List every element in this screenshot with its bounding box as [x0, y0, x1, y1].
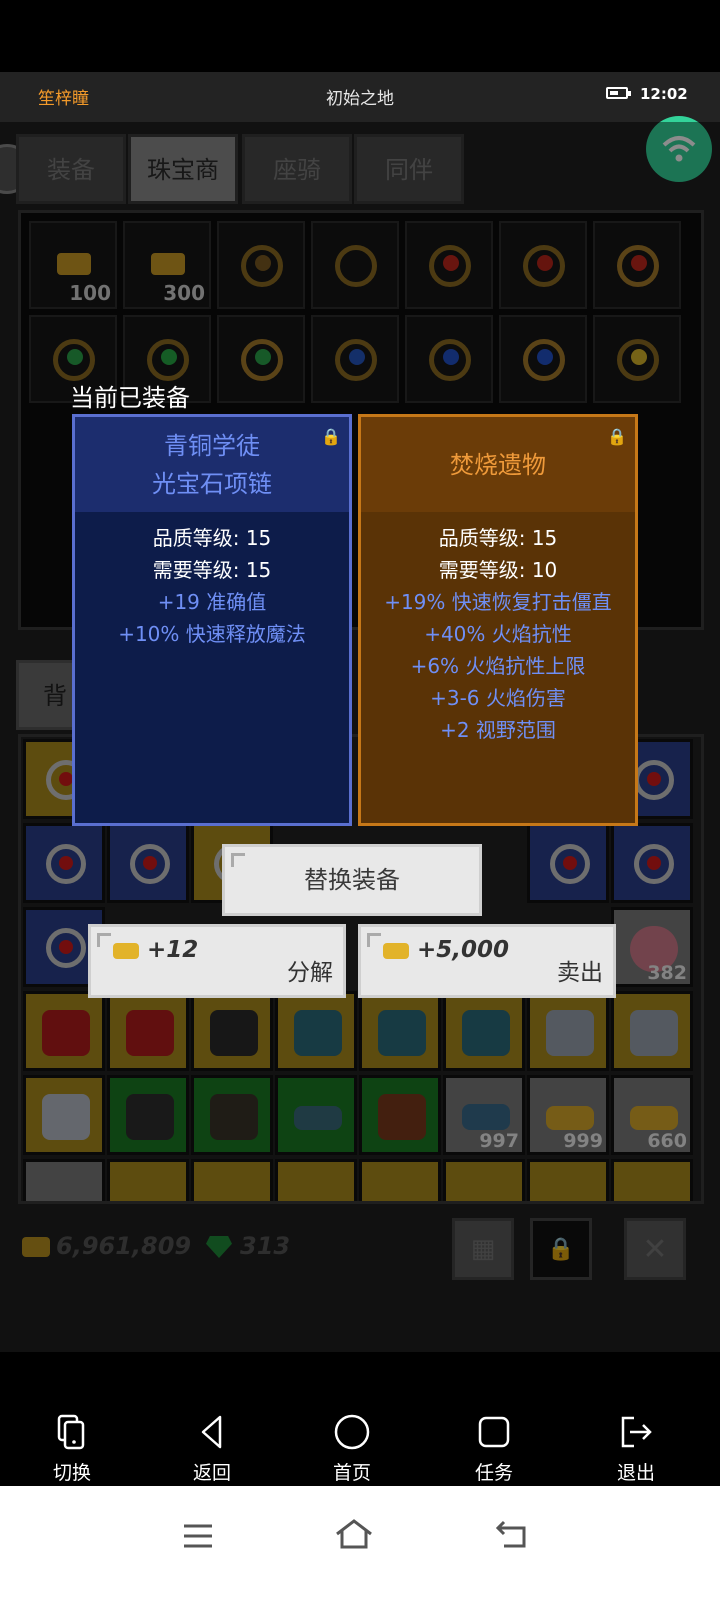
required-level: 需要等级: 15	[152, 558, 272, 582]
item-name: 焚烧遗物	[361, 417, 635, 512]
status-bar: 笙梓瞳 初始之地 12:02	[0, 72, 720, 122]
menu-icon[interactable]	[182, 1518, 214, 1559]
quality-level: 品质等级: 15	[152, 526, 272, 550]
item-name-line: 焚烧遗物	[450, 450, 546, 479]
item-stat: +19 准确值	[157, 590, 267, 614]
equipped-item-card: 🔒 青铜学徒 光宝石项链 品质等级: 15 需要等级: 15 +19 准确值 +…	[72, 414, 352, 826]
system-nav-bar	[0, 1486, 720, 1600]
gold-pile-icon	[113, 943, 139, 959]
required-level: 需要等级: 10	[438, 558, 558, 582]
task-icon	[444, 1412, 544, 1452]
system-home-icon[interactable]	[334, 1518, 374, 1559]
item-stat: +6% 火焰抗性上限	[410, 654, 586, 678]
exit-icon	[586, 1412, 686, 1452]
nav-label: 任务	[474, 1462, 513, 1484]
bottom-nav: 切换 返回 首页 任务 退出	[0, 1352, 720, 1486]
item-stat: +3-6 火焰伤害	[430, 686, 566, 710]
nav-home[interactable]: 首页	[302, 1412, 402, 1485]
candidate-item-card: 🔒 焚烧遗物 品质等级: 15 需要等级: 10 +19% 快速恢复打击僵直 +…	[358, 414, 638, 826]
decompose-amount: +12	[147, 937, 199, 963]
switch-icon	[22, 1412, 122, 1452]
nav-label: 首页	[332, 1462, 371, 1484]
compare-heading: 当前已装备	[70, 384, 190, 412]
decompose-button[interactable]: +12 分解	[88, 924, 346, 998]
item-stat: +10% 快速释放魔法	[118, 622, 306, 646]
item-stat: +19% 快速恢复打击僵直	[384, 590, 612, 614]
sell-amount: +5,000	[417, 937, 510, 963]
item-name: 青铜学徒 光宝石项链	[75, 417, 349, 512]
quality-level: 品质等级: 15	[438, 526, 558, 550]
sell-label: 卖出	[557, 960, 603, 986]
battery-icon	[606, 87, 631, 99]
nav-switch[interactable]: 切换	[22, 1412, 122, 1485]
nav-label: 切换	[52, 1462, 91, 1484]
clock: 12:02	[640, 85, 688, 103]
nav-label: 返回	[192, 1462, 231, 1484]
top-black-bar	[0, 0, 720, 72]
replace-label: 替换装备	[304, 866, 400, 894]
item-name-line: 青铜学徒	[164, 431, 260, 460]
system-back-icon[interactable]	[494, 1518, 530, 1559]
back-icon	[162, 1412, 262, 1452]
lock-icon: 🔒	[607, 427, 627, 446]
item-stat: +40% 火焰抗性	[424, 622, 572, 646]
home-icon	[302, 1412, 402, 1452]
lock-icon: 🔒	[321, 427, 341, 446]
nav-exit[interactable]: 退出	[586, 1412, 686, 1485]
gold-coins-icon	[383, 943, 409, 959]
game-area: 装备 珠宝商 座骑 同伴 100 300 背 382 997 999 660 6…	[0, 116, 720, 1352]
sell-button[interactable]: +5,000 卖出	[358, 924, 616, 998]
decompose-label: 分解	[287, 960, 333, 986]
item-stat: +2 视野范围	[440, 718, 556, 742]
nav-label: 退出	[616, 1462, 655, 1484]
nav-back[interactable]: 返回	[162, 1412, 262, 1485]
nav-tasks[interactable]: 任务	[444, 1412, 544, 1485]
item-name-line: 光宝石项链	[152, 469, 272, 498]
replace-equipment-button[interactable]: 替换装备	[222, 844, 482, 916]
